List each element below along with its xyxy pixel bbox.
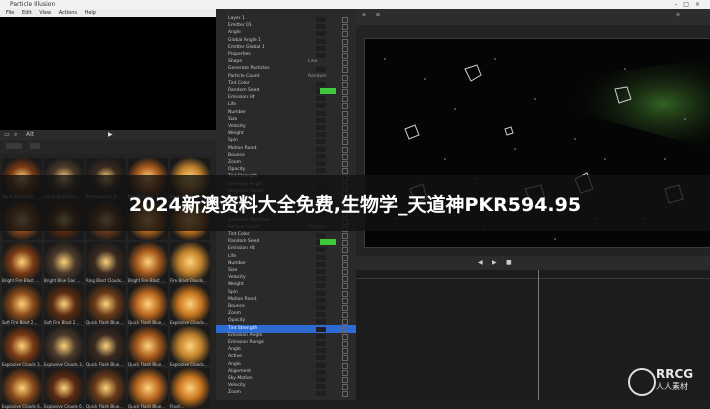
rewind-icon[interactable]: ◀ — [478, 259, 483, 266]
watermark-brand: RRCG — [656, 367, 694, 381]
emitter-label: Quick Flash Blue... — [128, 362, 166, 367]
emitter-label: Explosive Clouds 3... — [2, 362, 42, 367]
property-name: Zoom — [228, 390, 241, 396]
asteroid — [464, 64, 482, 82]
emitter-label: Quick Flash Blue... — [86, 362, 124, 367]
sort-button[interactable] — [30, 143, 40, 149]
watermark-sub: 人人素材 — [656, 382, 688, 391]
emitter-thumbnail[interactable] — [2, 242, 42, 282]
menu-file[interactable]: File — [6, 10, 14, 16]
search-icon[interactable]: ⌕ — [14, 131, 17, 139]
emitter-preview — [0, 17, 216, 130]
stop-icon[interactable]: ■ — [506, 259, 512, 266]
menu-view[interactable]: View — [39, 10, 51, 16]
viewer-toolbar: ⊕ ⊞ ⚙ — [356, 9, 710, 25]
emitter-label: Quick Flash Blue... — [86, 320, 124, 325]
filter-input[interactable] — [6, 143, 22, 149]
property-field[interactable] — [316, 391, 326, 397]
emitter-label: Bright Fire Blast ... — [128, 278, 165, 283]
play-icon[interactable]: ▶ — [108, 131, 113, 138]
watermark-logo-icon — [628, 368, 656, 396]
menu-bar: File Edit View Actions Help — [0, 9, 216, 17]
emitter-thumbnail[interactable] — [44, 368, 84, 408]
tint-color-swatch[interactable] — [320, 88, 336, 94]
emitter-thumbnail[interactable] — [2, 284, 42, 324]
menu-actions[interactable]: Actions — [59, 10, 77, 16]
emitter-thumbnail[interactable] — [86, 368, 126, 408]
emitter-thumbnail[interactable] — [170, 242, 210, 282]
asteroid — [504, 126, 514, 136]
window-title: Particle Illusion — [10, 1, 56, 8]
playhead[interactable] — [538, 270, 539, 400]
emitter-label: Explosive Clouds 3... — [44, 362, 84, 367]
play-icon[interactable]: ▶ — [492, 259, 497, 266]
emitter-thumbnail[interactable] — [86, 326, 126, 366]
playback-bar: ▶ ■ ◀ — [356, 256, 710, 270]
menu-edit[interactable]: Edit — [22, 10, 32, 16]
watermark: RRCG 人人素材 — [626, 366, 704, 396]
emitter-label: Soft Fire Blast 2... — [44, 320, 80, 325]
emitter-label: Explosive Clouds 6... — [44, 404, 84, 409]
tab-label[interactable]: Alt — [26, 131, 34, 138]
emitter-thumbnail[interactable] — [2, 368, 42, 408]
emitter-label: Explosive Clouds 6... — [2, 404, 42, 409]
emitter-label: Flash... — [170, 404, 185, 409]
emitter-label: Quick Flash Blue... — [128, 404, 166, 409]
emitter-thumbnail[interactable] — [86, 242, 126, 282]
emitter-thumbnail[interactable] — [44, 326, 84, 366]
emitter-thumbnail[interactable] — [2, 326, 42, 366]
emitter-label: Bright Blue Gas ... — [44, 278, 81, 283]
timeline-ruler — [356, 278, 710, 279]
emitter-label: Bright Fire Blast ... — [2, 278, 39, 283]
menu-help[interactable]: Help — [85, 10, 96, 16]
folder-icon[interactable]: ▭ — [4, 131, 10, 138]
emitter-thumbnail[interactable] — [128, 284, 168, 324]
browser-filter-bar — [0, 140, 216, 154]
emitter-thumbnail[interactable] — [86, 284, 126, 324]
emitter-thumbnail[interactable] — [128, 368, 168, 408]
emitter-label: Quick Flash Blue... — [128, 320, 166, 325]
keyframe-checkbox[interactable] — [342, 391, 348, 398]
title-bar: Particle Illusion –□× — [0, 0, 710, 9]
tint-color-swatch[interactable] — [320, 239, 336, 246]
emitter-thumbnail[interactable] — [44, 284, 84, 324]
settings-icon[interactable]: ⚙ — [676, 13, 680, 18]
emitter-thumbnail[interactable] — [128, 242, 168, 282]
emitter-thumbnail[interactable] — [44, 242, 84, 282]
asteroid — [404, 124, 420, 140]
emitter-thumbnail[interactable] — [170, 326, 210, 366]
emitter-label: Fire Blast Clouds... — [170, 278, 207, 283]
browser-toolbar: ▭ ⌕ ▶ Alt — [0, 130, 216, 140]
emitter-label: Explosive Clouds... — [170, 320, 208, 325]
zoom-icon[interactable]: ⊕ — [362, 13, 366, 18]
emitter-label: Ring Blast Clouds... — [86, 278, 125, 283]
emitter-label: Soft Fire Blast 2... — [2, 320, 38, 325]
grid-icon[interactable]: ⊞ — [376, 13, 380, 18]
emitter-label: Quick Flash Blue... — [86, 404, 124, 409]
emitter-thumbnail[interactable] — [128, 326, 168, 366]
window-controls[interactable]: –□× — [674, 0, 706, 9]
emitter-label: Explosive Clouds... — [170, 362, 208, 367]
green-trail — [555, 59, 710, 149]
emitter-thumbnail[interactable] — [170, 284, 210, 324]
emitter-thumbnail[interactable] — [170, 368, 210, 408]
overlay-banner: 2024新澳资料大全免费,生物学_天道神PKR594.95 — [0, 175, 710, 231]
property-row[interactable]: Zoom — [216, 389, 356, 398]
